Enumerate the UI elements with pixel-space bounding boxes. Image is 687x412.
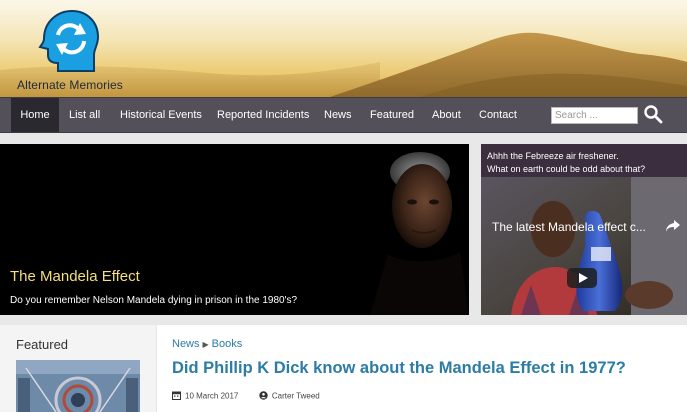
user-icon bbox=[259, 391, 268, 401]
video-thumbnail bbox=[481, 177, 687, 315]
hero-banner[interactable]: The Mandela Effect Do you remember Nelso… bbox=[0, 144, 469, 315]
nav-item-home[interactable]: Home bbox=[11, 98, 59, 132]
side-caption: Ahhh the Febreeze air freshener. What on… bbox=[487, 150, 645, 176]
category-link-news[interactable]: News bbox=[172, 338, 200, 350]
featured-sidebar: Featured bbox=[0, 325, 156, 412]
featured-thumbnail[interactable] bbox=[16, 360, 140, 412]
nav-item-news[interactable]: News bbox=[324, 98, 352, 132]
nav-item-contact[interactable]: Contact bbox=[479, 98, 517, 132]
site-header: Alternate Memories bbox=[0, 0, 687, 97]
nav-item-list-all[interactable]: List all bbox=[69, 98, 100, 132]
search-icon[interactable] bbox=[643, 104, 663, 124]
calendar-icon bbox=[172, 391, 181, 401]
video-player[interactable]: The latest Mandela effect c... bbox=[481, 177, 687, 315]
mandela-portrait-image bbox=[370, 152, 469, 315]
article-author[interactable]: Carter Tweed bbox=[272, 391, 320, 400]
nav-item-featured[interactable]: Featured bbox=[370, 98, 414, 132]
side-caption-line-1: Ahhh the Febreeze air freshener. bbox=[487, 151, 619, 161]
article-card: News ▶ Books Did Phillip K Dick know about… bbox=[157, 325, 687, 412]
article-date: 10 March 2017 bbox=[185, 391, 239, 401]
hero-subtitle: Do you remember Nelson Mandela dying in … bbox=[10, 295, 298, 306]
nav-item-reported-incidents[interactable]: Reported Incidents bbox=[217, 98, 309, 132]
side-video-card: Ahhh the Febreeze air freshener. What on… bbox=[481, 144, 687, 315]
sync-head-icon[interactable] bbox=[36, 9, 100, 73]
side-caption-line-2: What on earth could be odd about that? bbox=[487, 164, 646, 174]
search-input[interactable] bbox=[551, 107, 638, 124]
site-name[interactable]: Alternate Memories bbox=[17, 78, 123, 92]
caret-right-icon: ▶ bbox=[202, 340, 209, 349]
hero-title[interactable]: The Mandela Effect bbox=[10, 268, 140, 285]
featured-heading: Featured bbox=[16, 337, 69, 352]
share-icon[interactable] bbox=[665, 219, 681, 233]
main-nav: Home List all Historical Events Reported… bbox=[0, 97, 687, 133]
video-title[interactable]: The latest Mandela effect c... bbox=[492, 220, 646, 234]
category-link-books[interactable]: Books bbox=[212, 338, 243, 350]
article-title[interactable]: Did Phillip K Dick know about the Mandel… bbox=[172, 359, 626, 378]
article-categories: News ▶ Books bbox=[172, 338, 242, 350]
nav-item-about[interactable]: About bbox=[432, 98, 461, 132]
article-meta: 10 March 2017 Carter Tweed bbox=[172, 391, 320, 401]
play-icon[interactable] bbox=[567, 268, 597, 288]
nav-item-historical-events[interactable]: Historical Events bbox=[120, 98, 202, 132]
